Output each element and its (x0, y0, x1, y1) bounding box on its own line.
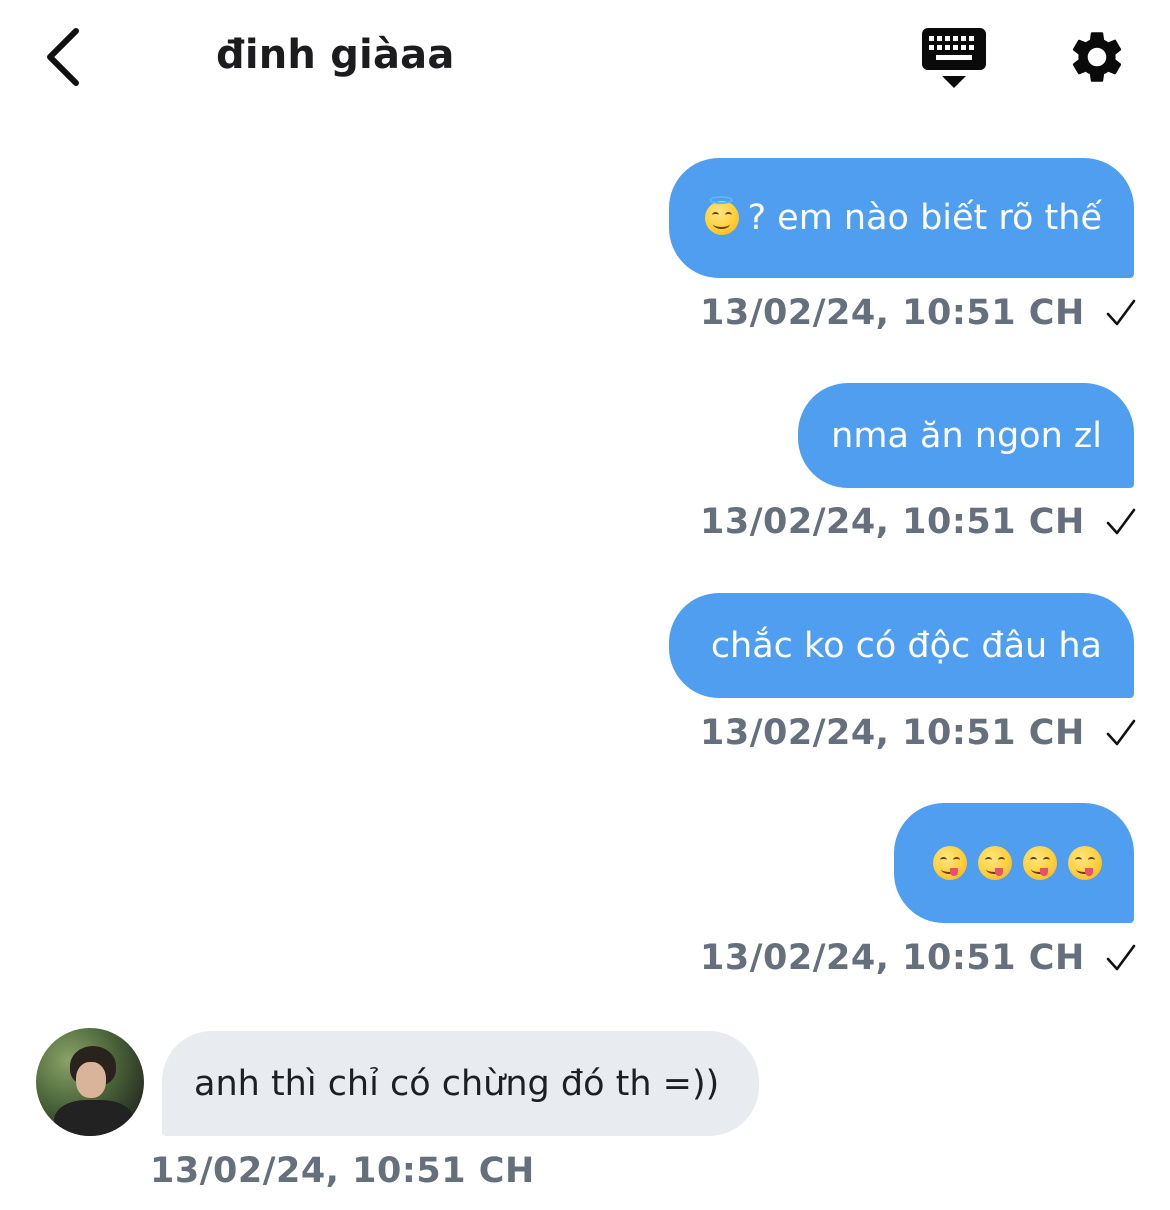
yum-face-emoji (1068, 846, 1102, 880)
message-timestamp: 13/02/24, 10:51 CH (150, 1151, 535, 1191)
check-icon (1106, 299, 1136, 326)
gear-icon (1072, 32, 1122, 82)
outgoing-message-bubble[interactable]: chắc ko có độc đâu ha (669, 593, 1134, 698)
message-meta: 13/02/24, 10:51 CH (700, 936, 1137, 980)
outgoing-message-bubble[interactable]: nma ăn ngon zl (798, 383, 1134, 488)
outgoing-message-bubble[interactable] (894, 803, 1134, 923)
message-timestamp: 13/02/24, 10:51 CH (700, 502, 1085, 542)
avatar[interactable] (36, 1028, 144, 1136)
chevron-left-icon (47, 28, 79, 86)
yum-face-emoji (1023, 846, 1057, 880)
message-text: chắc ko có độc đâu ha (710, 625, 1102, 666)
chat-screen: đinh giàaa ? em nào biết rõ thế 13/02/24… (0, 0, 1170, 1210)
emoji-row (933, 846, 1102, 880)
incoming-message-bubble[interactable]: anh thì chỉ có chừng đó th =)) (162, 1031, 759, 1136)
message-meta: 13/02/24, 10:51 CH (700, 711, 1137, 755)
settings-button[interactable] (1066, 26, 1128, 88)
message-meta: 13/02/24, 10:51 CH (700, 500, 1137, 544)
chat-title: đinh giàaa (216, 32, 455, 78)
message-meta: 13/02/24, 10:51 CH (700, 291, 1137, 335)
outgoing-message-bubble[interactable]: ? em nào biết rõ thế (669, 158, 1134, 278)
message-text: anh thì chỉ có chừng đó th =)) (194, 1063, 720, 1104)
message-text: ? em nào biết rõ thế (747, 198, 1102, 238)
yum-face-emoji (978, 846, 1012, 880)
keyboard-toggle-button[interactable] (918, 26, 990, 92)
check-icon (1106, 508, 1136, 535)
message-meta: 13/02/24, 10:51 CH (150, 1149, 535, 1193)
message-text: nma ăn ngon zl (831, 415, 1102, 456)
yum-face-emoji (933, 846, 967, 880)
message-timestamp: 13/02/24, 10:51 CH (700, 713, 1085, 753)
check-icon (1106, 944, 1136, 971)
back-button[interactable] (40, 22, 100, 92)
halo-smiling-face-emoji (705, 196, 740, 235)
check-icon (1106, 719, 1136, 746)
message-timestamp: 13/02/24, 10:51 CH (700, 293, 1085, 333)
chat-header: đinh giàaa (0, 0, 1170, 115)
message-timestamp: 13/02/24, 10:51 CH (700, 938, 1085, 978)
keyboard-dismiss-icon (922, 28, 986, 88)
